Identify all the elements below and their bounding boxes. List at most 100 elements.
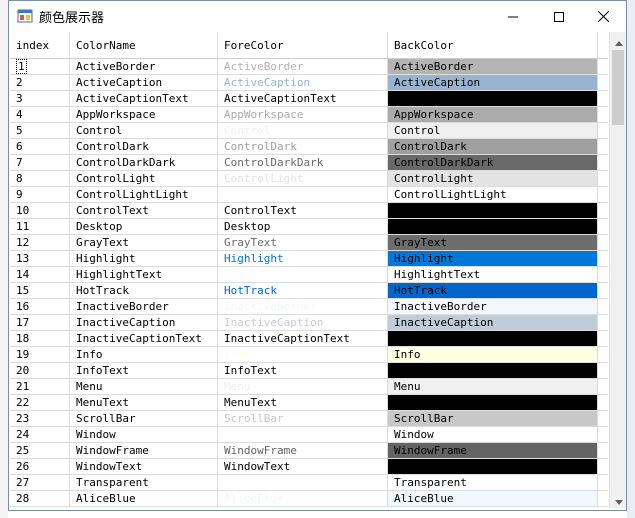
cell-index[interactable]: 13 bbox=[10, 251, 70, 266]
table-row[interactable]: 19 Info Info Info bbox=[10, 347, 608, 363]
cell-index[interactable]: 16 bbox=[10, 299, 70, 314]
cell-fore-color[interactable]: ControlText bbox=[218, 203, 388, 218]
cell-fore-color[interactable]: ScrollBar bbox=[218, 411, 388, 426]
table-row[interactable]: 17 InactiveCaption InactiveCaption Inactive… bbox=[10, 315, 608, 331]
cell-back-color[interactable]: Desktop bbox=[388, 219, 598, 234]
cell-index[interactable]: 4 bbox=[10, 107, 70, 122]
minimize-button[interactable] bbox=[490, 1, 536, 32]
cell-index[interactable]: 17 bbox=[10, 315, 70, 330]
cell-fore-color[interactable]: Desktop bbox=[218, 219, 388, 234]
cell-fore-color[interactable]: MenuText bbox=[218, 395, 388, 410]
cell-fore-color[interactable]: Highlight bbox=[218, 251, 388, 266]
table-row[interactable]: 25 WindowFrame WindowFrame WindowFrame bbox=[10, 443, 608, 459]
cell-index[interactable]: 18 bbox=[10, 331, 70, 346]
cell-color-name[interactable]: ActiveBorder bbox=[70, 59, 218, 74]
cell-back-color[interactable]: Info bbox=[388, 347, 598, 362]
table-row[interactable]: 12 GrayText GrayText GrayText bbox=[10, 235, 608, 251]
cell-index[interactable]: 12 bbox=[10, 235, 70, 250]
header-color-name[interactable]: ColorName bbox=[70, 32, 218, 58]
cell-color-name[interactable]: Control bbox=[70, 123, 218, 138]
cell-color-name[interactable]: ControlLight bbox=[70, 171, 218, 186]
cell-color-name[interactable]: ScrollBar bbox=[70, 411, 218, 426]
cell-index[interactable]: 23 bbox=[10, 411, 70, 426]
cell-back-color[interactable]: Highlight bbox=[388, 251, 598, 266]
cell-index[interactable]: 20 bbox=[10, 363, 70, 378]
cell-color-name[interactable]: Desktop bbox=[70, 219, 218, 234]
cell-index[interactable]: 6 bbox=[10, 139, 70, 154]
cell-index[interactable]: 19 bbox=[10, 347, 70, 362]
cell-back-color[interactable]: ControlDarkDark bbox=[388, 155, 598, 170]
title-bar[interactable]: 颜色展示器 bbox=[9, 1, 626, 32]
cell-fore-color[interactable]: GrayText bbox=[218, 235, 388, 250]
cell-back-color[interactable]: ControlLightLight bbox=[388, 187, 598, 202]
cell-fore-color[interactable]: ActiveCaption bbox=[218, 75, 388, 90]
cell-fore-color[interactable]: InactiveCaptionText bbox=[218, 331, 388, 346]
cell-color-name[interactable]: WindowFrame bbox=[70, 443, 218, 458]
cell-index[interactable]: 5 bbox=[10, 123, 70, 138]
cell-back-color[interactable]: ScrollBar bbox=[388, 411, 598, 426]
header-back-color[interactable]: BackColor bbox=[388, 32, 598, 58]
cell-index[interactable]: 8 bbox=[10, 171, 70, 186]
table-row[interactable]: 24 Window Window Window bbox=[10, 427, 608, 443]
cell-back-color[interactable]: InactiveCaption bbox=[388, 315, 598, 330]
cell-back-color[interactable]: Control bbox=[388, 123, 598, 138]
cell-fore-color[interactable]: ControlLightLight bbox=[218, 187, 388, 202]
cell-fore-color[interactable]: AliceBlue bbox=[218, 491, 388, 506]
cell-index[interactable]: 15 bbox=[10, 283, 70, 298]
cell-back-color[interactable]: Window bbox=[388, 427, 598, 442]
table-row[interactable]: 20 InfoText InfoText InfoText bbox=[10, 363, 608, 379]
cell-index[interactable]: 2 bbox=[10, 75, 70, 90]
table-row[interactable]: 15 HotTrack HotTrack HotTrack bbox=[10, 283, 608, 299]
cell-back-color[interactable]: WindowText bbox=[388, 459, 598, 474]
cell-back-color[interactable]: GrayText bbox=[388, 235, 598, 250]
table-row[interactable]: 21 Menu Menu Menu bbox=[10, 379, 608, 395]
cell-color-name[interactable]: ActiveCaption bbox=[70, 75, 218, 90]
table-row[interactable]: 26 WindowText WindowText WindowText bbox=[10, 459, 608, 475]
cell-index[interactable]: 21 bbox=[10, 379, 70, 394]
cell-back-color[interactable]: InfoText bbox=[388, 363, 598, 378]
scroll-up-button[interactable] bbox=[610, 32, 627, 49]
cell-fore-color[interactable]: InfoText bbox=[218, 363, 388, 378]
cell-back-color[interactable]: HotTrack bbox=[388, 283, 598, 298]
cell-color-name[interactable]: GrayText bbox=[70, 235, 218, 250]
cell-index[interactable]: 14 bbox=[10, 267, 70, 282]
cell-color-name[interactable]: ControlDark bbox=[70, 139, 218, 154]
cell-color-name[interactable]: HotTrack bbox=[70, 283, 218, 298]
cell-fore-color[interactable]: Window bbox=[218, 427, 388, 442]
cell-color-name[interactable]: InfoText bbox=[70, 363, 218, 378]
cell-back-color[interactable]: ControlDark bbox=[388, 139, 598, 154]
cell-index[interactable]: 9 bbox=[10, 187, 70, 202]
cell-index[interactable]: 1 bbox=[10, 59, 70, 74]
cell-fore-color[interactable]: InactiveBorder bbox=[218, 299, 388, 314]
cell-color-name[interactable]: ControlDarkDark bbox=[70, 155, 218, 170]
table-row[interactable]: 23 ScrollBar ScrollBar ScrollBar bbox=[10, 411, 608, 427]
cell-back-color[interactable]: AppWorkspace bbox=[388, 107, 598, 122]
cell-fore-color[interactable]: HighlightText bbox=[218, 267, 388, 282]
color-data-grid[interactable]: index ColorName ForeColor BackColor 1 Act… bbox=[10, 32, 608, 508]
cell-fore-color[interactable]: WindowFrame bbox=[218, 443, 388, 458]
cell-fore-color[interactable]: ActiveCaptionText bbox=[218, 91, 388, 106]
cell-color-name[interactable]: Window bbox=[70, 427, 218, 442]
cell-back-color[interactable]: AliceBlue bbox=[388, 491, 598, 506]
table-row[interactable]: 3 ActiveCaptionText ActiveCaptionText Activ… bbox=[10, 91, 608, 107]
header-index[interactable]: index bbox=[10, 32, 70, 58]
cell-index[interactable]: 3 bbox=[10, 91, 70, 106]
cell-fore-color[interactable]: ControlLight bbox=[218, 171, 388, 186]
cell-back-color[interactable]: MenuText bbox=[388, 395, 598, 410]
cell-index[interactable]: 27 bbox=[10, 475, 70, 490]
cell-fore-color[interactable]: InactiveCaption bbox=[218, 315, 388, 330]
cell-color-name[interactable]: AppWorkspace bbox=[70, 107, 218, 122]
table-row[interactable]: 18 InactiveCaptionText InactiveCaptionText… bbox=[10, 331, 608, 347]
cell-color-name[interactable]: ControlText bbox=[70, 203, 218, 218]
cell-color-name[interactable]: Menu bbox=[70, 379, 218, 394]
table-row[interactable]: 8 ControlLight ControlLight ControlLight bbox=[10, 171, 608, 187]
table-row[interactable]: 7 ControlDarkDark ControlDarkDark ControlDa… bbox=[10, 155, 608, 171]
cell-color-name[interactable]: Info bbox=[70, 347, 218, 362]
table-row[interactable]: 22 MenuText MenuText MenuText bbox=[10, 395, 608, 411]
cell-color-name[interactable]: InactiveCaption bbox=[70, 315, 218, 330]
scrollbar-thumb[interactable] bbox=[612, 50, 624, 125]
cell-index[interactable]: 26 bbox=[10, 459, 70, 474]
scroll-down-button[interactable] bbox=[610, 491, 627, 508]
cell-color-name[interactable]: WindowText bbox=[70, 459, 218, 474]
cell-fore-color[interactable]: ControlDarkDark bbox=[218, 155, 388, 170]
